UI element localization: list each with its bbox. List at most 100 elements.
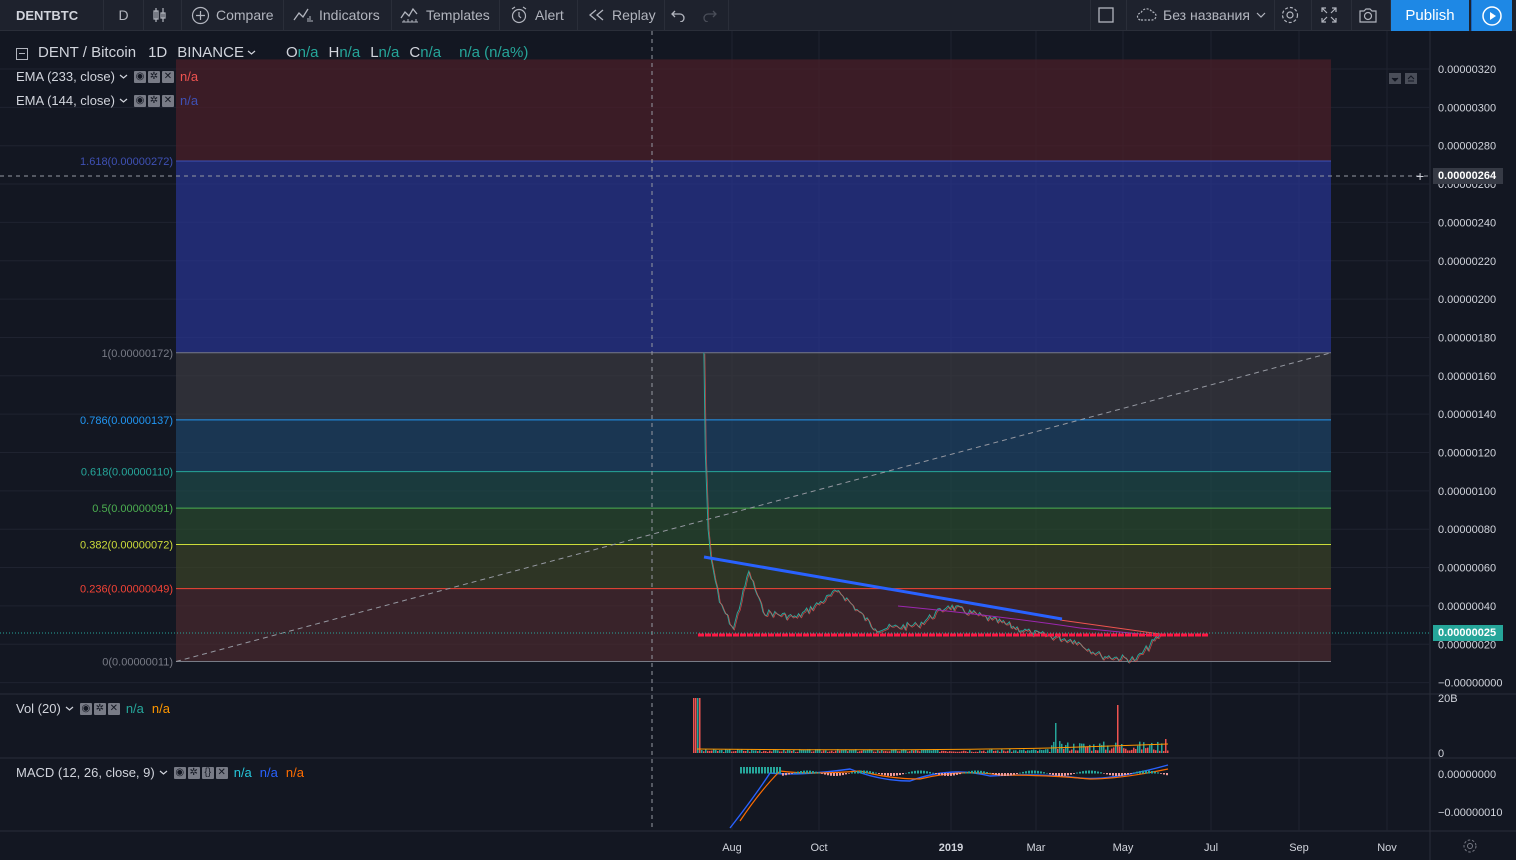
fullscreen-button[interactable] bbox=[1312, 0, 1352, 30]
close-icon[interactable]: ✕ bbox=[107, 702, 120, 715]
macd-histogram-bar bbox=[980, 770, 982, 774]
chevron-down-icon[interactable] bbox=[119, 73, 128, 80]
eye-icon[interactable]: ◉ bbox=[79, 702, 92, 715]
volume-bar bbox=[753, 750, 755, 753]
undo-button[interactable] bbox=[665, 0, 697, 30]
gear-icon[interactable]: ✲ bbox=[148, 94, 160, 107]
collapse-legend-icon[interactable] bbox=[16, 47, 28, 60]
volume-bar bbox=[833, 751, 835, 753]
symbol-search[interactable]: DENTBTC bbox=[0, 0, 104, 30]
volume-bar bbox=[1133, 747, 1135, 753]
macd-histogram-bar bbox=[1112, 773, 1114, 776]
chevron-down-icon[interactable] bbox=[247, 49, 256, 56]
macd-histogram-bar bbox=[953, 773, 955, 776]
chart-area[interactable]: 1.618(0.00000272) 1(0.00000172) 0.786(0.00… bbox=[0, 31, 1516, 860]
macd-name[interactable]: MACD (12, 26, close, 9) bbox=[16, 765, 155, 780]
chevron-down-icon[interactable] bbox=[119, 97, 128, 104]
vol-name[interactable]: Vol (20) bbox=[16, 701, 61, 716]
volume-bar bbox=[1033, 749, 1035, 753]
fullscreen-layout-button[interactable] bbox=[1090, 0, 1127, 30]
chevron-down-icon[interactable] bbox=[159, 769, 168, 776]
macd-histogram-bar bbox=[1049, 773, 1051, 775]
volume-bar bbox=[867, 749, 869, 753]
volume-bar bbox=[757, 751, 759, 753]
macd-histogram-bar bbox=[1154, 771, 1156, 774]
volume-bar bbox=[1075, 750, 1077, 753]
price-axis-label: 0.00000060 bbox=[1438, 563, 1496, 575]
indicators-button[interactable]: Indicators bbox=[284, 0, 392, 30]
source-code-icon[interactable]: {} bbox=[201, 766, 214, 779]
gear-icon[interactable]: ✲ bbox=[148, 70, 160, 83]
chart-canvas[interactable]: 1.618(0.00000272) 1(0.00000172) 0.786(0.00… bbox=[0, 31, 1516, 860]
settings-button[interactable] bbox=[1275, 0, 1312, 30]
close-icon[interactable]: ✕ bbox=[215, 766, 228, 779]
replay-button[interactable]: Replay bbox=[578, 0, 665, 30]
snapshot-button[interactable] bbox=[1352, 0, 1391, 30]
volume-bar bbox=[1097, 750, 1099, 753]
eye-icon[interactable]: ◉ bbox=[134, 70, 146, 83]
templates-label: Templates bbox=[426, 7, 490, 23]
chevron-up-down-icon bbox=[1407, 75, 1415, 82]
volume-bar bbox=[821, 751, 823, 753]
volume-bar bbox=[723, 751, 725, 753]
macd-histogram-bar bbox=[755, 767, 757, 774]
fib-level-label: 0.382(0.00000072) bbox=[80, 540, 173, 552]
volume-bar bbox=[981, 751, 983, 753]
volume-bar bbox=[1143, 742, 1145, 753]
ohlc-value: n/a bbox=[420, 44, 442, 61]
ema2-name[interactable]: EMA (144, close) bbox=[16, 93, 115, 108]
volume-bar bbox=[699, 698, 701, 753]
templates-icon bbox=[400, 7, 418, 23]
legend-exchange[interactable]: BINANCE bbox=[177, 44, 244, 61]
close-icon[interactable]: ✕ bbox=[162, 70, 174, 83]
volume-bar bbox=[811, 751, 813, 753]
volume-bar bbox=[949, 751, 951, 753]
close-icon[interactable]: ✕ bbox=[162, 94, 174, 107]
volume-bar bbox=[703, 751, 705, 753]
eye-icon[interactable]: ◉ bbox=[134, 94, 146, 107]
chart-style-button[interactable] bbox=[144, 0, 182, 30]
gear-icon[interactable]: ✲ bbox=[93, 702, 106, 715]
pane-collapse-button[interactable] bbox=[1389, 73, 1401, 84]
fib-zone bbox=[176, 471, 1331, 509]
macd-histogram-bar bbox=[950, 773, 952, 776]
macd-histogram-bar bbox=[1166, 773, 1168, 776]
macd-histogram-bar bbox=[782, 773, 784, 776]
chart-settings-gear[interactable] bbox=[1462, 838, 1478, 857]
templates-button[interactable]: Templates bbox=[392, 0, 500, 30]
publish-button[interactable]: Publish bbox=[1391, 0, 1469, 31]
legend-interval[interactable]: 1D bbox=[148, 44, 167, 61]
chevron-down-icon[interactable] bbox=[65, 705, 74, 712]
volume-bar bbox=[1085, 746, 1087, 753]
macd-histogram-bar bbox=[926, 771, 928, 774]
volume-bar bbox=[743, 750, 745, 753]
vol-value-2: n/a bbox=[151, 701, 170, 716]
macd-histogram-bar bbox=[767, 767, 769, 774]
volume-bar bbox=[935, 749, 937, 753]
volume-bar bbox=[795, 751, 797, 753]
macd-histogram-bar bbox=[791, 773, 793, 774]
redo-button[interactable] bbox=[697, 0, 729, 30]
fib-retracement[interactable]: 1.618(0.00000272) 1(0.00000172) 0.786(0.00… bbox=[80, 59, 1332, 669]
volume-bar bbox=[1005, 751, 1007, 753]
volume-bar bbox=[993, 750, 995, 753]
macd-histogram-bar bbox=[890, 773, 892, 776]
alert-button[interactable]: Alert bbox=[500, 0, 578, 30]
legend-symbol[interactable]: DENT / Bitcoin bbox=[38, 44, 136, 61]
legend-ohlc-item: On/a bbox=[286, 44, 319, 61]
play-button[interactable] bbox=[1471, 0, 1512, 31]
ema1-name[interactable]: EMA (233, close) bbox=[16, 69, 115, 84]
macd-legend: MACD (12, 26, close, 9) ◉ ✲{} ✕ n/a n/a n/… bbox=[16, 765, 304, 780]
macd-histogram-bar bbox=[809, 770, 811, 774]
volume-bar bbox=[1167, 750, 1169, 753]
layout-name-button[interactable]: Без названия bbox=[1127, 0, 1275, 30]
eye-icon[interactable]: ◉ bbox=[173, 766, 186, 779]
interval-selector[interactable]: D bbox=[104, 0, 144, 30]
pane-maximize-button[interactable] bbox=[1405, 73, 1417, 84]
macd-histogram-bar bbox=[1151, 771, 1153, 774]
gear-icon[interactable]: ✲ bbox=[187, 766, 200, 779]
ohlc-value: n/a bbox=[297, 44, 319, 61]
volume-bar bbox=[979, 750, 981, 753]
compare-button[interactable]: Compare bbox=[182, 0, 284, 30]
macd-histogram-bar bbox=[896, 773, 898, 776]
